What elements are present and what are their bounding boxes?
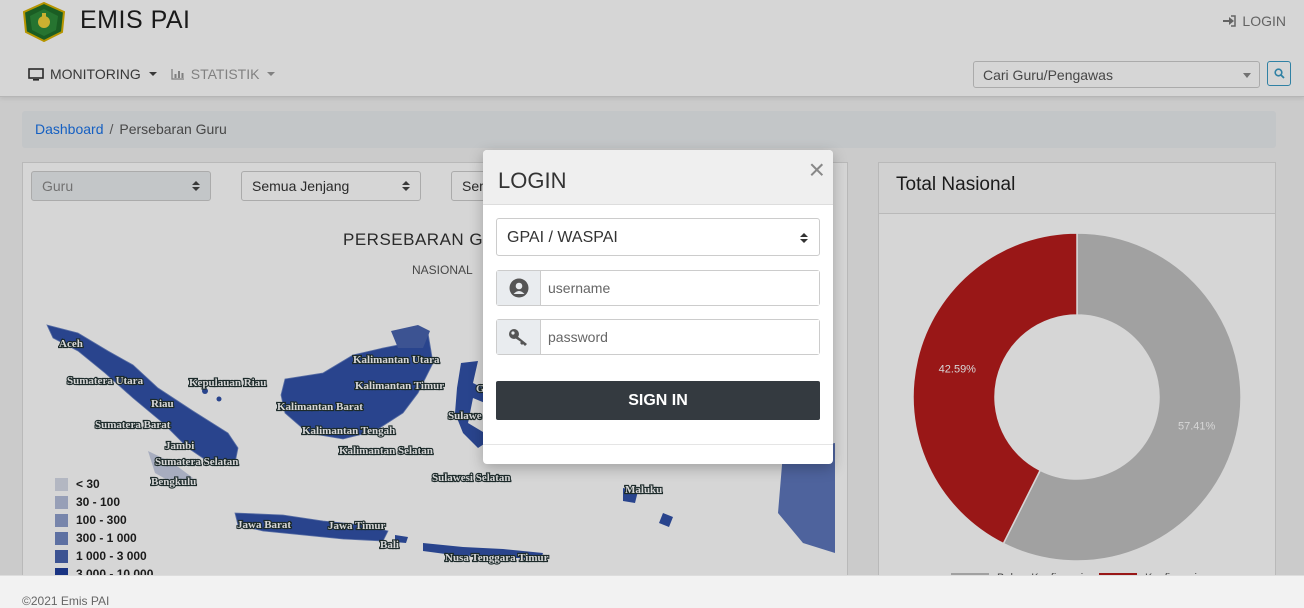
login-modal-header: LOGIN ×: [483, 150, 833, 205]
password-input[interactable]: [541, 320, 819, 354]
login-modal-title: LOGIN: [498, 168, 567, 193]
sign-in-button[interactable]: SIGN IN: [496, 381, 820, 420]
role-select-value: GPAI / WASPAI: [507, 229, 618, 246]
role-select[interactable]: GPAI / WASPAI: [496, 218, 820, 256]
password-group: [496, 319, 820, 355]
username-group: [496, 270, 820, 306]
login-modal: LOGIN × GPAI / WASPAI SIGN IN: [483, 150, 833, 464]
close-icon[interactable]: ×: [809, 156, 825, 184]
page-footer: ©2021 Emis PAI: [0, 575, 1304, 608]
key-icon: [497, 320, 541, 354]
select-arrows-icon: [800, 233, 808, 243]
username-input[interactable]: [541, 271, 819, 305]
modal-footer: [483, 444, 833, 445]
user-icon: [497, 271, 541, 305]
